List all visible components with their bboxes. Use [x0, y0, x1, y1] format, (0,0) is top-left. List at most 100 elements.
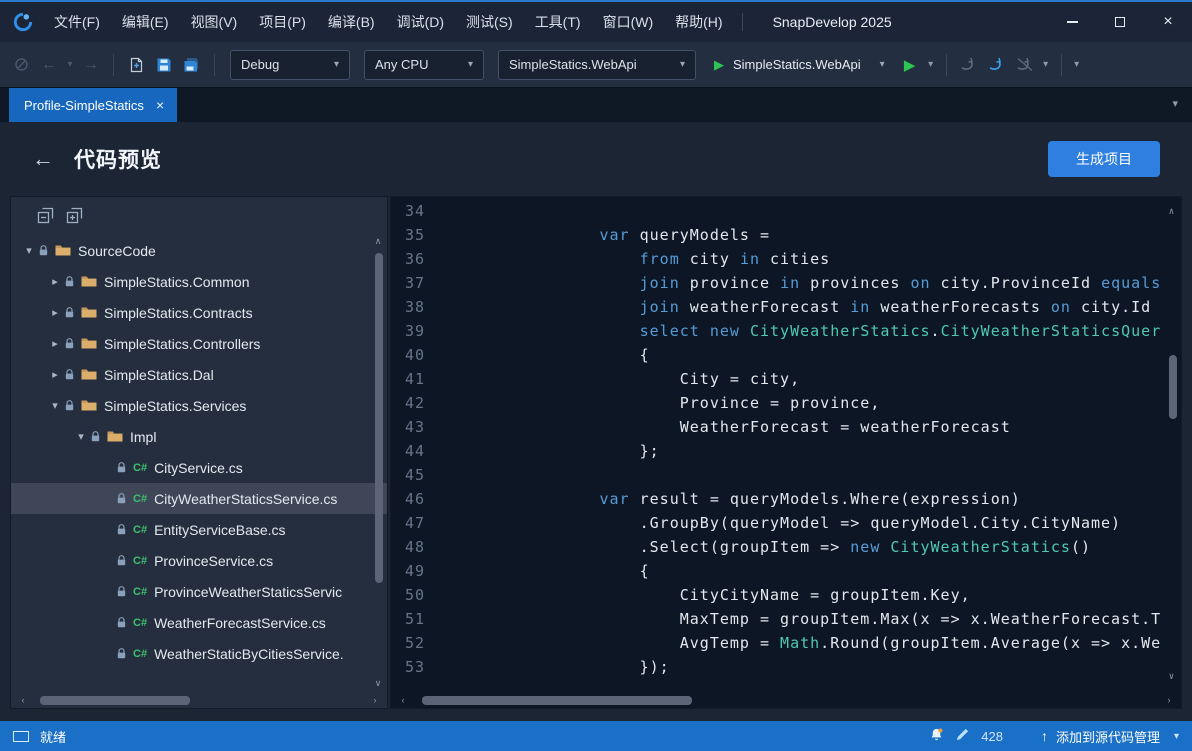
tree-item[interactable]: C#WeatherForecastService.cs	[11, 607, 387, 638]
menu-item-edit[interactable]: 编辑(E)	[111, 2, 180, 42]
code-editor[interactable]: 3435363738394041424344454647484950515253…	[390, 196, 1182, 709]
menu-item-tools[interactable]: 工具(T)	[524, 2, 592, 42]
scrollbar-thumb[interactable]	[422, 696, 692, 705]
scroll-left-icon[interactable]: ‹	[16, 695, 30, 705]
minimize-icon	[1067, 21, 1078, 23]
tab-list-chevron-icon[interactable]: ▾	[1172, 97, 1178, 110]
close-tab-icon[interactable]: ×	[156, 97, 164, 113]
chevron-right-icon[interactable]: ▸	[45, 337, 65, 350]
tree-item-label: Impl	[130, 429, 156, 445]
startup-project-value: SimpleStatics.WebApi	[509, 57, 637, 72]
code-line: WeatherForecast = weatherForecast	[439, 415, 1181, 439]
generate-project-button[interactable]: 生成项目	[1048, 141, 1160, 177]
platform-value: Any CPU	[375, 57, 428, 72]
tree-item[interactable]: ▾SimpleStatics.Services	[11, 390, 387, 421]
new-file-icon[interactable]	[123, 52, 149, 78]
maximize-button[interactable]	[1096, 2, 1144, 42]
tab-profile-simplestatics[interactable]: Profile-SimpleStatics ×	[9, 88, 177, 122]
tree-item[interactable]: ▸SimpleStatics.Dal	[11, 359, 387, 390]
line-number: 44	[391, 439, 425, 463]
menu-item-test[interactable]: 测试(S)	[455, 2, 524, 42]
scroll-up-icon[interactable]: ∧	[1165, 200, 1179, 224]
menu-item-help[interactable]: 帮助(H)	[664, 2, 733, 42]
chevron-right-icon[interactable]: ▸	[45, 306, 65, 319]
csharp-file-icon: C#	[133, 648, 147, 660]
tree-item[interactable]: C#ProvinceService.cs	[11, 545, 387, 576]
scroll-up-icon[interactable]: ∧	[371, 236, 385, 247]
chevron-down-icon[interactable]: ▾	[19, 244, 39, 257]
lock-icon	[65, 369, 78, 380]
configuration-dropdown[interactable]: Debug ▾	[230, 50, 350, 80]
menu-item-window[interactable]: 窗口(W)	[592, 2, 665, 42]
start-debug-dropdown-icon[interactable]: ▾	[925, 59, 937, 70]
menu-item-build[interactable]: 编译(B)	[317, 2, 386, 42]
code-line: .Select(groupItem => new CityWeatherStat…	[439, 535, 1181, 559]
chevron-right-icon[interactable]: ▸	[45, 275, 65, 288]
start-debug-icon[interactable]: ▶	[904, 56, 916, 74]
scrollbar-thumb[interactable]	[40, 696, 190, 705]
tree-horizontal-scrollbar[interactable]: ‹ ›	[11, 692, 387, 708]
menu-item-debug[interactable]: 调试(D)	[386, 2, 455, 42]
menu-item-view[interactable]: 视图(V)	[180, 2, 249, 42]
scrollbar-thumb[interactable]	[375, 253, 383, 583]
tree-item[interactable]: C#ProvinceWeatherStaticsServic	[11, 576, 387, 607]
code-line: .GroupBy(queryModel => queryModel.City.C…	[439, 511, 1181, 535]
code-line: City = city,	[439, 367, 1181, 391]
tree-item[interactable]: C#EntityServiceBase.cs	[11, 514, 387, 545]
startup-project-dropdown[interactable]: SimpleStatics.WebApi ▾	[498, 50, 696, 80]
add-to-source-control-button[interactable]: ↑ 添加到源代码管理 ▾	[1041, 727, 1179, 746]
minimize-button[interactable]	[1048, 2, 1096, 42]
navigate-back-dropdown-icon[interactable]: ▾	[64, 59, 76, 70]
scroll-left-icon[interactable]: ‹	[396, 695, 410, 705]
back-button[interactable]: ←	[32, 146, 54, 172]
code-line	[439, 199, 1181, 223]
tree-item[interactable]: ▸SimpleStatics.Controllers	[11, 328, 387, 359]
chevron-down-icon[interactable]: ▾	[71, 430, 91, 443]
tree-item[interactable]: C#WeatherStaticByCitiesService.	[11, 638, 387, 669]
line-number: 39	[391, 319, 425, 343]
editor-vertical-scrollbar[interactable]: ∧ ∨	[1165, 197, 1180, 692]
tree-item-label: SimpleStatics.Contracts	[104, 305, 253, 321]
scroll-down-icon[interactable]: ∨	[371, 678, 385, 689]
tree-item[interactable]: ▾SourceCode	[11, 235, 387, 266]
tree-item[interactable]: ▸SimpleStatics.Common	[11, 266, 387, 297]
line-number: 35	[391, 223, 425, 247]
tree-item[interactable]: C#CityService.cs	[11, 452, 387, 483]
notifications-icon[interactable]	[929, 727, 944, 745]
navigate-forward-icon[interactable]: →	[83, 56, 99, 74]
chevron-down-icon[interactable]: ▾	[45, 399, 65, 412]
toolbar-overflow-icon[interactable]: ▾	[1071, 59, 1083, 70]
csharp-file-icon: C#	[133, 586, 147, 598]
tree-item[interactable]: ▾ Impl	[11, 421, 387, 452]
collapse-all-icon[interactable]	[37, 207, 54, 224]
close-button[interactable]: ×	[1144, 2, 1192, 42]
chevron-right-icon[interactable]: ▸	[45, 368, 65, 381]
background-tasks-icon[interactable]	[13, 731, 29, 742]
hot-reload-dropdown-icon[interactable]: ▾	[1040, 59, 1052, 70]
tree-vertical-scrollbar[interactable]: ∧ ∨	[371, 233, 386, 692]
menu-item-file[interactable]: 文件(F)	[43, 2, 111, 42]
code-line: });	[439, 655, 1181, 679]
scroll-right-icon[interactable]: ›	[1162, 695, 1176, 705]
hot-reload-icon[interactable]	[984, 52, 1010, 78]
scroll-right-icon[interactable]: ›	[368, 695, 382, 705]
line-number: 52	[391, 631, 425, 655]
document-header: ← 代码预览 生成项目	[0, 122, 1192, 196]
pencil-icon[interactable]	[956, 728, 969, 744]
save-all-icon[interactable]	[179, 52, 205, 78]
tree-item[interactable]: C#CityWeatherStaticsService.cs	[11, 483, 387, 514]
toolbar: ← ▾ → Debug ▾ Any CPU ▾ SimpleStatics.We…	[0, 42, 1192, 88]
navigate-back-icon[interactable]: ←	[41, 56, 57, 74]
save-icon[interactable]	[151, 52, 177, 78]
expand-all-icon[interactable]	[66, 207, 83, 224]
run-target-dropdown[interactable]: ▶ SimpleStatics.WebApi ▾	[704, 50, 895, 80]
tree-item[interactable]: ▸ SimpleStatics.Contracts	[11, 297, 387, 328]
editor-horizontal-scrollbar[interactable]: ‹ ›	[391, 692, 1181, 708]
code-area[interactable]: 3435363738394041424344454647484950515253…	[391, 197, 1181, 692]
menu-item-project[interactable]: 项目(P)	[248, 2, 317, 42]
chevron-down-icon: ▾	[334, 59, 339, 70]
scroll-down-icon[interactable]: ∨	[1165, 665, 1179, 689]
folder-icon	[81, 399, 97, 412]
scrollbar-thumb[interactable]	[1169, 355, 1177, 419]
platform-dropdown[interactable]: Any CPU ▾	[364, 50, 484, 80]
